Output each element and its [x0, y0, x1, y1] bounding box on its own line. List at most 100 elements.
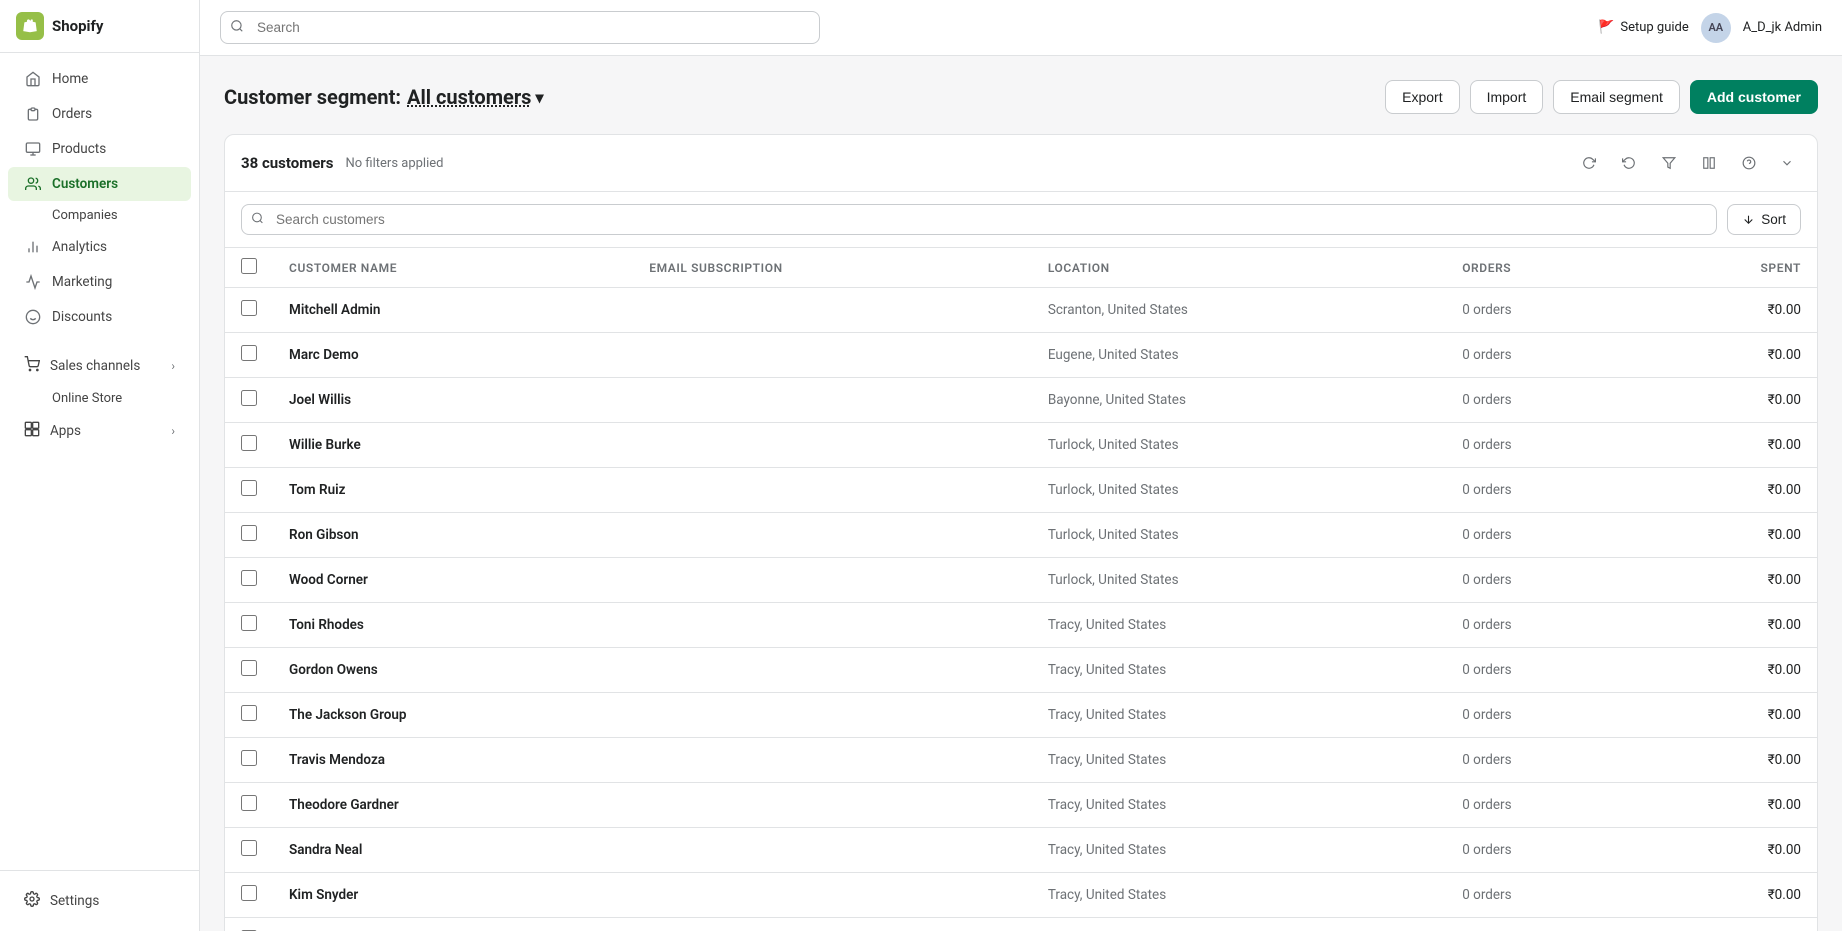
- filter-icon-button[interactable]: [1653, 147, 1685, 179]
- customer-search-input[interactable]: [241, 204, 1717, 235]
- table-row[interactable]: Travis Mendoza Tracy, United States 0 or…: [225, 738, 1817, 783]
- settings-item[interactable]: Settings: [16, 883, 183, 919]
- row-checkbox[interactable]: [241, 750, 257, 766]
- global-search-input[interactable]: [220, 11, 820, 44]
- sidebar-item-analytics[interactable]: Analytics: [8, 230, 191, 264]
- row-email-sub: [633, 738, 1032, 783]
- table-row[interactable]: Sandra Neal Tracy, United States 0 order…: [225, 828, 1817, 873]
- row-checkbox[interactable]: [241, 345, 257, 361]
- row-location: Turlock, United States: [1032, 468, 1446, 513]
- sales-channels-icon: [24, 356, 40, 376]
- row-customer-name: Marc Demo: [273, 333, 633, 378]
- columns-icon-button[interactable]: [1693, 147, 1725, 179]
- row-spent: ₹0.00: [1642, 693, 1817, 738]
- sidebar-item-products[interactable]: Products: [8, 132, 191, 166]
- row-email-sub: [633, 468, 1032, 513]
- row-checkbox[interactable]: [241, 885, 257, 901]
- row-customer-name: The Jackson Group: [273, 693, 633, 738]
- row-checkbox[interactable]: [241, 660, 257, 676]
- row-orders: 0 orders: [1446, 693, 1642, 738]
- table-row[interactable]: Gordon Owens Tracy, United States 0 orde…: [225, 648, 1817, 693]
- row-checkbox[interactable]: [241, 300, 257, 316]
- refresh-icon-button[interactable]: [1573, 147, 1605, 179]
- table-search-icon: [251, 211, 264, 228]
- row-checkbox[interactable]: [241, 390, 257, 406]
- table-row[interactable]: Willie Burke Turlock, United States 0 or…: [225, 423, 1817, 468]
- sidebar-item-online-store[interactable]: Online Store: [8, 385, 191, 412]
- table-row[interactable]: Ron Gibson Turlock, United States 0 orde…: [225, 513, 1817, 558]
- flag-icon: 🚩: [1598, 20, 1614, 35]
- row-orders: 0 orders: [1446, 333, 1642, 378]
- table-row[interactable]: Marc Demo Eugene, United States 0 orders…: [225, 333, 1817, 378]
- avatar[interactable]: AA: [1701, 13, 1731, 43]
- help-icon-button[interactable]: [1733, 147, 1765, 179]
- row-orders: 0 orders: [1446, 918, 1642, 931]
- row-location: Tracy, United States: [1032, 918, 1446, 931]
- chevron-right-icon: ›: [171, 424, 175, 438]
- table-row[interactable]: Joel Willis Bayonne, United States 0 ord…: [225, 378, 1817, 423]
- sidebar-item-companies[interactable]: Companies: [8, 202, 191, 229]
- row-checkbox[interactable]: [241, 525, 257, 541]
- row-checkbox-cell: [225, 378, 273, 423]
- settings-label: Settings: [50, 893, 99, 909]
- row-customer-name: Ron Gibson: [273, 513, 633, 558]
- row-checkbox[interactable]: [241, 615, 257, 631]
- sidebar-item-customers[interactable]: Customers: [8, 167, 191, 201]
- table-row[interactable]: Tom Ruiz Turlock, United States 0 orders…: [225, 468, 1817, 513]
- table-search: [241, 204, 1717, 235]
- row-customer-name: Mitchell Admin: [273, 288, 633, 333]
- home-icon: [24, 70, 42, 88]
- table-row[interactable]: The Jackson Group Tracy, United States 0…: [225, 693, 1817, 738]
- row-checkbox[interactable]: [241, 840, 257, 856]
- row-checkbox[interactable]: [241, 570, 257, 586]
- row-checkbox[interactable]: [241, 435, 257, 451]
- sidebar-item-marketing[interactable]: Marketing: [8, 265, 191, 299]
- row-spent: ₹0.00: [1642, 738, 1817, 783]
- add-customer-button[interactable]: Add customer: [1690, 80, 1818, 114]
- row-email-sub: [633, 648, 1032, 693]
- col-header-orders: Orders: [1446, 248, 1642, 288]
- email-segment-button[interactable]: Email segment: [1553, 80, 1680, 114]
- sidebar-item-orders[interactable]: Orders: [8, 97, 191, 131]
- row-checkbox[interactable]: [241, 795, 257, 811]
- sidebar-item-discounts[interactable]: Discounts: [8, 300, 191, 334]
- export-button[interactable]: Export: [1385, 80, 1459, 114]
- setup-guide-button[interactable]: 🚩 Setup guide: [1598, 20, 1689, 35]
- row-customer-name: Kim Snyder: [273, 873, 633, 918]
- row-spent: ₹0.00: [1642, 648, 1817, 693]
- table-row[interactable]: Mitchell Admin Scranton, United States 0…: [225, 288, 1817, 333]
- orders-icon: [24, 105, 42, 123]
- row-spent: ₹0.00: [1642, 333, 1817, 378]
- row-location: Bayonne, United States: [1032, 378, 1446, 423]
- avatar-initials: AA: [1708, 21, 1723, 34]
- row-location: Turlock, United States: [1032, 423, 1446, 468]
- sidebar-footer: Settings: [0, 870, 199, 931]
- row-checkbox[interactable]: [241, 480, 257, 496]
- segment-dropdown[interactable]: All customers ▾: [407, 85, 543, 109]
- table-row[interactable]: Wood Corner Turlock, United States 0 ord…: [225, 558, 1817, 603]
- table-row[interactable]: Toni Rhodes Tracy, United States 0 order…: [225, 603, 1817, 648]
- shopify-logo[interactable]: Shopify: [16, 12, 103, 40]
- row-spent: ₹0.00: [1642, 378, 1817, 423]
- sidebar-section-sales-channels[interactable]: Sales channels ›: [8, 348, 191, 384]
- table-row[interactable]: Kim Snyder Tracy, United States 0 orders…: [225, 873, 1817, 918]
- admin-name: A_D_jk Admin: [1743, 20, 1822, 35]
- sidebar-item-label: Discounts: [52, 309, 112, 325]
- row-checkbox-cell: [225, 918, 273, 931]
- apps-label-group: Apps: [24, 421, 81, 441]
- table-row[interactable]: Theodore Gardner Tracy, United States 0 …: [225, 783, 1817, 828]
- select-all-checkbox[interactable]: [241, 258, 257, 274]
- row-checkbox[interactable]: [241, 705, 257, 721]
- table-row[interactable]: Julie Richards Tracy, United States 0 or…: [225, 918, 1817, 931]
- row-location: Turlock, United States: [1032, 513, 1446, 558]
- page-title: Customer segment: All customers ▾: [224, 85, 543, 109]
- sidebar-item-home[interactable]: Home: [8, 62, 191, 96]
- import-button[interactable]: Import: [1470, 80, 1544, 114]
- sidebar-section-apps[interactable]: Apps ›: [8, 413, 191, 449]
- reload-icon-button[interactable]: [1613, 147, 1645, 179]
- more-options-button[interactable]: [1773, 147, 1801, 179]
- sort-button[interactable]: Sort: [1727, 204, 1801, 235]
- row-customer-name: Toni Rhodes: [273, 603, 633, 648]
- filter-actions: [1573, 147, 1801, 179]
- row-customer-name: Gordon Owens: [273, 648, 633, 693]
